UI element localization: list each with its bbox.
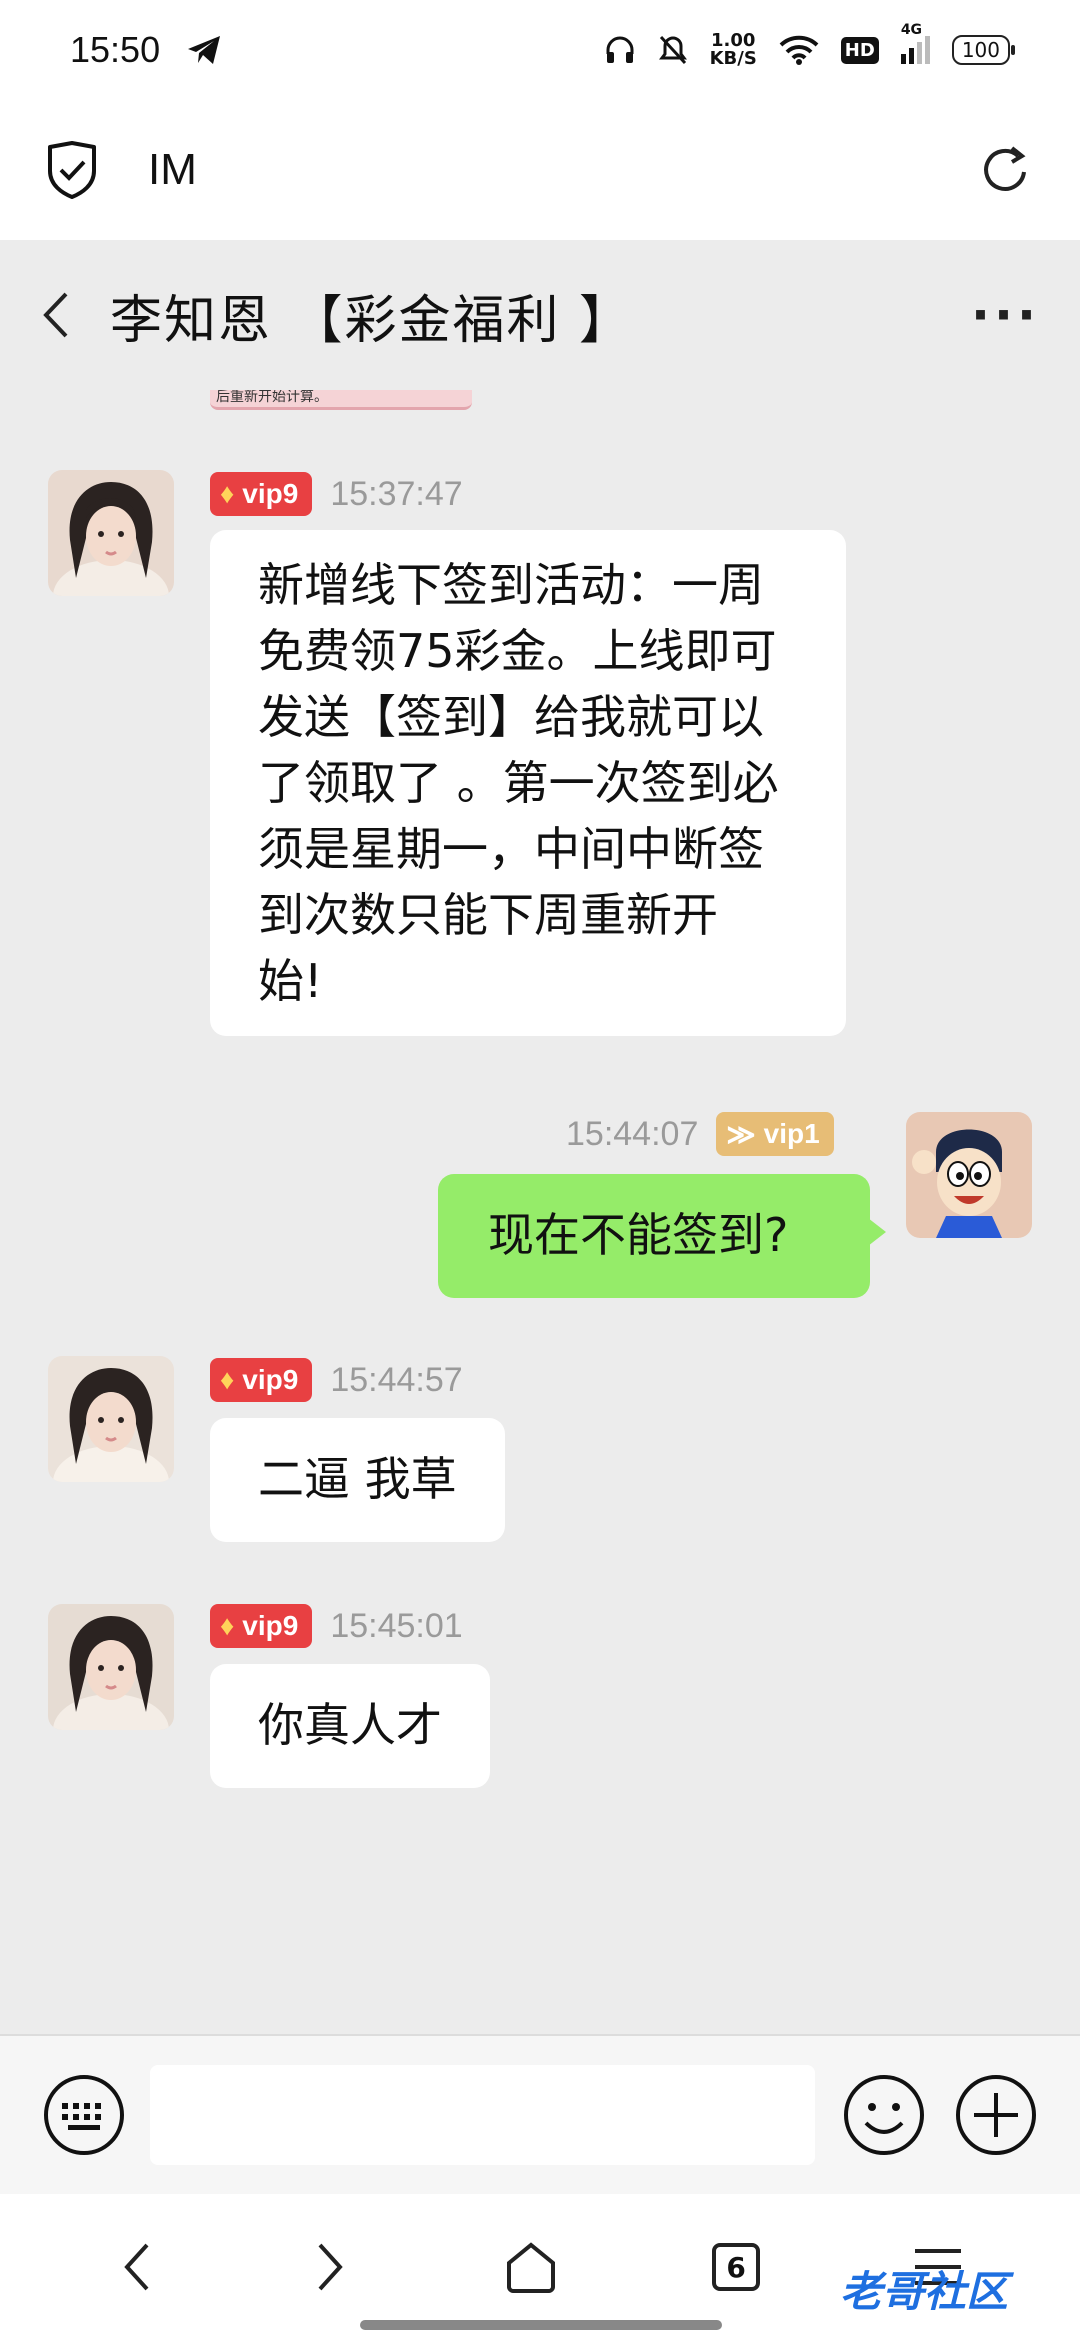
message-meta: ♦ vip9 15:45:01 [210,1604,463,1648]
app-bar: IM [0,100,1080,240]
shield-check-icon[interactable] [46,141,98,199]
avatar[interactable] [48,1356,174,1482]
status-bar: 15:50 1.00 KB/S HD 4G 100 [0,0,1080,100]
avatar[interactable] [906,1112,1032,1238]
message-timestamp: 15:37:47 [330,474,463,513]
watermark-logo: 老哥社区 [840,2267,1009,2316]
chat-title: 李知恩 【彩金福利 】 [110,290,634,351]
tab-count-button[interactable]: 6 [712,2243,761,2291]
message-timestamp: 15:44:57 [330,1360,463,1399]
gem-icon: ♦ [220,1364,235,1395]
message-bubble[interactable]: 二逼 我草 [210,1418,505,1542]
message-meta: ♦ vip9 15:44:57 [210,1358,463,1402]
avatar[interactable] [48,470,174,596]
message-line: 到次数只能下周重新开 [258,888,718,942]
message-line: 新增线下签到活动：一周 [258,558,764,612]
message-bubble[interactable]: 你真人才 [210,1664,490,1788]
back-icon[interactable] [117,2239,157,2295]
message-meta: ♦ vip9 15:37:47 [210,472,463,516]
bell-muted-icon [658,35,687,65]
avatar[interactable] [48,1604,174,1730]
more-options-button[interactable]: ··· [971,286,1040,344]
home-indicator[interactable] [360,2320,722,2330]
gem-icon: ♦ [220,478,235,509]
chat-header: 李知恩 【彩金福利 】 ··· [0,240,1080,390]
app-title: IM [148,145,197,194]
cartoon-avatar-image [906,1112,1032,1238]
previous-image-fragment[interactable]: 后重新开始计算。 [210,390,472,410]
vip-badge: ≫ vip1 [716,1112,834,1156]
message-bubble[interactable]: 新增线下签到活动：一周 免费领75彩金。上线即可 发送【签到】给我就可以 了领取… [210,530,846,1036]
message-line: 须是星期一，中间中断签 [258,822,764,876]
girl-avatar-image [48,1356,174,1482]
home-icon[interactable] [503,2239,559,2295]
message-line: 免费领75彩金。上线即可 [258,624,777,678]
hd-badge: HD [840,36,879,64]
status-time: 15:50 [70,29,161,70]
emoji-icon[interactable] [842,2073,926,2157]
message-timestamp: 15:44:07 [566,1114,699,1153]
battery-indicator: 100 [951,35,1016,65]
message-line: 发送【签到】给我就可以 [258,690,764,744]
message-input[interactable] [150,2065,815,2165]
back-arrow-icon[interactable] [40,290,70,340]
gem-icon: ♦ [220,1610,235,1641]
input-bar [0,2034,1080,2194]
add-icon[interactable] [954,2073,1038,2157]
headphones-icon [606,36,634,63]
keyboard-icon[interactable] [42,2073,126,2157]
cell-signal-icon: 4G [900,22,930,64]
message-line: 始! [258,954,323,1008]
wifi-icon [779,35,819,65]
message-line: 了领取了 。第一次签到必 [258,756,779,810]
vip-badge: ♦ vip9 [210,1604,313,1648]
network-speed: 1.00 KB/S [709,30,757,69]
girl-avatar-image [48,1604,174,1730]
telegram-icon [188,36,221,64]
refresh-icon[interactable] [978,142,1034,198]
vip-badge: ♦ vip9 [210,472,313,516]
message-bubble[interactable]: 现在不能签到? [438,1174,886,1298]
message-timestamp: 15:45:01 [330,1606,463,1645]
forward-icon[interactable] [310,2239,350,2295]
message-meta: 15:44:07 ≫ vip1 [566,1112,834,1156]
girl-avatar-image [48,470,174,596]
vip-badge: ♦ vip9 [210,1358,313,1402]
chevron-rank-icon: ≫ [726,1118,756,1150]
